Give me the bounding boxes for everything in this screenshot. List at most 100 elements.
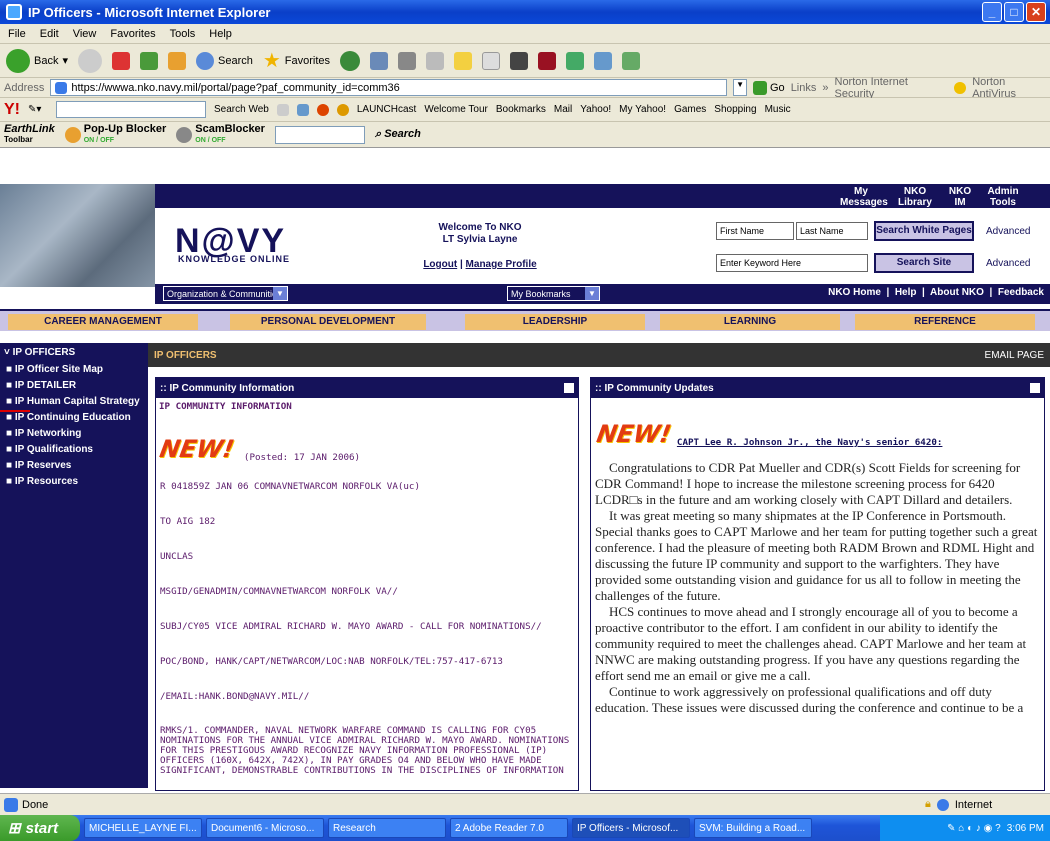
- maximize-button[interactable]: □: [1004, 2, 1024, 22]
- yahoo-logo-icon[interactable]: Y!: [4, 101, 20, 119]
- stop-icon[interactable]: [112, 51, 130, 70]
- start-button[interactable]: ⊞ start: [0, 815, 80, 841]
- norton-security-button[interactable]: Norton Internet Security: [835, 76, 949, 100]
- admin-tools-link[interactable]: Admin Tools: [986, 186, 1020, 208]
- go-button[interactable]: Go: [753, 80, 785, 95]
- my-messages-link[interactable]: My Messages: [840, 186, 888, 208]
- advanced-link-1[interactable]: Advanced: [986, 226, 1030, 237]
- feedback-link[interactable]: Feedback: [998, 287, 1044, 298]
- left-nav-header[interactable]: ˅ IP OFFICERS: [0, 347, 148, 358]
- search-web-button[interactable]: Search Web: [214, 104, 269, 115]
- document-icon[interactable]: [482, 51, 501, 70]
- nko-im-link[interactable]: NKO IM: [948, 186, 972, 208]
- email-page-link[interactable]: EMAIL PAGE: [985, 350, 1044, 361]
- scamblocker-button[interactable]: ScamBlocker ON / OFF: [176, 123, 265, 146]
- earthlink-search-input[interactable]: [274, 125, 365, 144]
- earthlink-logo[interactable]: EarthLink Toolbar: [4, 124, 55, 145]
- shopping-button[interactable]: Shopping: [714, 104, 756, 115]
- sidebar-item-resources[interactable]: ■ IP Resources: [0, 474, 148, 490]
- chart-icon[interactable]: [510, 51, 529, 70]
- address-input[interactable]: https://wwwa.nko.navy.mil/portal/page?pa…: [50, 79, 728, 96]
- edit-icon[interactable]: [426, 51, 445, 70]
- yahoo-search-input[interactable]: [56, 101, 206, 118]
- games-button[interactable]: Games: [674, 104, 706, 115]
- pencil-icon[interactable]: ✎▾: [28, 104, 48, 115]
- yahoo-button[interactable]: Yahoo!: [580, 104, 611, 115]
- sidebar-item-qualifications[interactable]: ■ IP Qualifications: [0, 442, 148, 458]
- menu-file[interactable]: File: [8, 28, 26, 40]
- minimize-button[interactable]: _: [982, 2, 1002, 22]
- print-icon[interactable]: [398, 51, 417, 70]
- manage-profile-link[interactable]: Manage Profile: [466, 259, 537, 270]
- links-button[interactable]: Links: [791, 82, 817, 94]
- minimize-icon[interactable]: [564, 383, 574, 393]
- my-yahoo-button[interactable]: My Yahoo!: [619, 104, 666, 115]
- refresh-icon[interactable]: [140, 51, 158, 70]
- menu-tools[interactable]: Tools: [170, 28, 196, 40]
- popup-blocker-button[interactable]: Pop-Up Blocker ON / OFF: [64, 123, 166, 146]
- task-ip-officers[interactable]: IP Officers - Microsof...: [572, 818, 690, 838]
- search-white-pages-button[interactable]: Search White Pages: [874, 221, 974, 241]
- sidebar-item-detailer[interactable]: ■ IP DETAILER: [0, 378, 148, 394]
- task-michelle[interactable]: MICHELLE_LAYNE FI...: [84, 818, 202, 838]
- task-research[interactable]: Research: [328, 818, 446, 838]
- last-name-field[interactable]: Last Name: [796, 222, 868, 240]
- tab-reference[interactable]: REFERENCE: [855, 314, 1035, 330]
- messenger-icon[interactable]: [538, 51, 557, 70]
- music-button[interactable]: Music: [765, 104, 791, 115]
- highlight-icon[interactable]: [276, 103, 289, 116]
- tray-icons[interactable]: ✎ ⌂ ◐ ♪ ◉ ?: [947, 823, 1001, 834]
- favorites-button[interactable]: ★ Favorites: [263, 48, 330, 73]
- sidebar-item-networking[interactable]: ■ IP Networking: [0, 426, 148, 442]
- mail-button[interactable]: Mail: [554, 104, 572, 115]
- menu-view[interactable]: View: [73, 28, 97, 40]
- task-document6[interactable]: Document6 - Microso...: [206, 818, 324, 838]
- welcome-tour-button[interactable]: Welcome Tour: [424, 104, 488, 115]
- help-link[interactable]: Help: [895, 287, 917, 298]
- tab-leadership[interactable]: LEADERSHIP: [465, 314, 645, 330]
- tab-career-management[interactable]: CAREER MANAGEMENT: [8, 314, 198, 330]
- logout-link[interactable]: Logout: [423, 259, 457, 270]
- menu-help[interactable]: Help: [209, 28, 232, 40]
- chat-icon[interactable]: [594, 51, 613, 70]
- search-button[interactable]: Search: [196, 51, 253, 70]
- sidebar-item-human-capital[interactable]: ■ IP Human Capital Strategy: [0, 394, 148, 410]
- minimize-icon[interactable]: [1030, 383, 1040, 393]
- menu-favorites[interactable]: Favorites: [110, 28, 155, 40]
- about-nko-link[interactable]: About NKO: [930, 287, 984, 298]
- back-button[interactable]: Back ▾: [6, 48, 68, 73]
- tab-learning[interactable]: LEARNING: [660, 314, 840, 330]
- close-button[interactable]: ✕: [1026, 2, 1046, 22]
- tab-personal-development[interactable]: PERSONAL DEVELOPMENT: [230, 314, 426, 330]
- address-dropdown-icon[interactable]: ▼: [733, 79, 747, 96]
- bookmarks-button[interactable]: Bookmarks: [496, 104, 546, 115]
- launchcast-button[interactable]: LAUNCHcast: [357, 104, 416, 115]
- clock[interactable]: 3:06 PM: [1007, 823, 1044, 834]
- home-icon[interactable]: [168, 51, 186, 70]
- popup-icon[interactable]: [296, 103, 309, 116]
- history-icon[interactable]: [340, 50, 361, 71]
- people-icon[interactable]: [622, 51, 641, 70]
- research-icon[interactable]: [566, 51, 585, 70]
- my-bookmarks-select[interactable]: My Bookmarks ▼: [507, 286, 600, 301]
- forward-arrow-icon[interactable]: [78, 48, 102, 73]
- protect-icon[interactable]: [316, 103, 329, 116]
- menu-edit[interactable]: Edit: [40, 28, 59, 40]
- sidebar-item-continuing-education[interactable]: ■ IP Continuing Education: [0, 410, 148, 426]
- earthlink-search-button[interactable]: ⌕ Search: [375, 128, 421, 141]
- advanced-link-2[interactable]: Advanced: [986, 258, 1030, 269]
- norton-antivirus-button[interactable]: Norton AntiVirus: [972, 76, 1050, 100]
- mail-icon[interactable]: [370, 51, 389, 70]
- task-svm[interactable]: SVM: Building a Road...: [694, 818, 812, 838]
- nko-library-link[interactable]: NKO Library: [896, 186, 934, 208]
- sidebar-item-site-map[interactable]: ■ IP Officer Site Map: [0, 362, 148, 378]
- nko-home-link[interactable]: NKO Home: [828, 287, 881, 298]
- folder-icon[interactable]: [454, 51, 473, 70]
- search-site-button[interactable]: Search Site: [874, 253, 974, 273]
- org-communities-select[interactable]: Organization & Communities ▼: [163, 286, 288, 301]
- task-adobe-reader[interactable]: 2 Adobe Reader 7.0: [450, 818, 568, 838]
- keyword-search-input[interactable]: Enter Keyword Here: [716, 254, 868, 272]
- first-name-field[interactable]: First Name: [716, 222, 794, 240]
- message-line: TO AIG 182: [160, 516, 216, 527]
- sidebar-item-reserves[interactable]: ■ IP Reserves: [0, 458, 148, 474]
